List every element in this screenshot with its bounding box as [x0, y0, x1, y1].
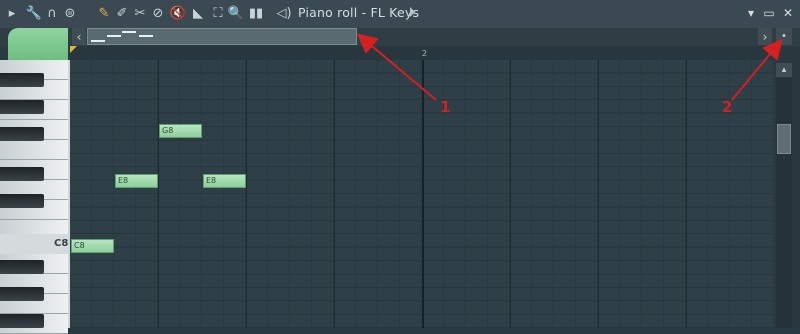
overview-note: [122, 31, 136, 33]
annotation-number-1: 1: [440, 98, 451, 116]
beat-line: [510, 60, 511, 328]
maximize-button[interactable]: ▭: [762, 6, 776, 20]
magnet-icon[interactable]: ∩: [44, 5, 60, 21]
white-key[interactable]: [0, 140, 68, 160]
close-button[interactable]: ✕: [781, 6, 795, 20]
black-key[interactable]: [0, 194, 44, 208]
overview-note: [91, 40, 105, 42]
black-key[interactable]: [0, 260, 44, 274]
title-bar: ▸ 🔧 ∩ ⊜ ✎ ✐ ✂ ⊘ 🔇 ◣ ⛶ 🔍 ▮▮ ◁) Piano roll…: [0, 0, 800, 29]
black-key[interactable]: [0, 100, 44, 114]
window-title: Piano roll - FL Keys: [298, 5, 420, 20]
keyboard-panel-tab[interactable]: [8, 28, 68, 62]
black-key[interactable]: [0, 127, 44, 141]
menu-arrow-icon[interactable]: ▸: [4, 5, 20, 21]
note-c8[interactable]: C8: [71, 239, 114, 253]
wrench-icon[interactable]: 🔧: [26, 5, 42, 21]
scroll-left-button[interactable]: ‹: [72, 28, 86, 45]
note-e8[interactable]: E8: [115, 174, 158, 188]
zoom-icon[interactable]: 🔍: [228, 5, 244, 21]
slice-icon[interactable]: ◣: [190, 5, 206, 21]
beat-line: [246, 60, 247, 328]
annotation-number-2: 2: [722, 98, 733, 116]
note-e8[interactable]: E8: [203, 174, 246, 188]
overview-scrollbar[interactable]: [87, 28, 357, 45]
playback-icon[interactable]: ▮▮: [248, 5, 264, 21]
black-key[interactable]: [0, 167, 44, 181]
note-g8[interactable]: G8: [159, 124, 202, 138]
vertical-scroll-thumb[interactable]: [777, 124, 791, 154]
paint-brush-icon[interactable]: ✐: [114, 5, 130, 21]
beat-line: [686, 60, 687, 328]
overview-note: [139, 35, 153, 37]
scroll-right-button[interactable]: ›: [758, 28, 772, 45]
black-key[interactable]: [0, 73, 44, 87]
pencil-icon[interactable]: ✎: [96, 5, 112, 21]
speaker-mute-icon[interactable]: 🔇: [170, 5, 186, 21]
select-icon[interactable]: ⛶: [210, 5, 226, 21]
speaker-icon[interactable]: ◁): [276, 5, 292, 21]
resize-handle-button[interactable]: •: [776, 28, 792, 45]
overview-note: [107, 35, 121, 37]
delete-brush-icon[interactable]: ✂: [132, 5, 148, 21]
key-label: C8: [54, 238, 69, 249]
title-arrow-icon[interactable]: [410, 7, 415, 17]
beat-line: [334, 60, 335, 328]
playhead-marker[interactable]: [70, 46, 77, 53]
bar-line: [422, 60, 424, 328]
scroll-up-button[interactable]: ▴: [776, 63, 792, 77]
piano-keyboard[interactable]: C8: [0, 60, 70, 334]
bar-number: 2: [422, 49, 428, 58]
collapse-arrow-icon[interactable]: ▾: [744, 6, 758, 20]
mute-icon[interactable]: ⊘: [150, 5, 166, 21]
black-key[interactable]: [0, 287, 44, 301]
menu-circle-icon[interactable]: ⊜: [62, 5, 78, 21]
beat-line: [158, 60, 159, 328]
note-grid[interactable]: G8 E8 E8 C8: [70, 60, 774, 328]
vertical-scroll-track[interactable]: [776, 78, 792, 328]
black-key[interactable]: [0, 314, 44, 328]
beat-line: [598, 60, 599, 328]
